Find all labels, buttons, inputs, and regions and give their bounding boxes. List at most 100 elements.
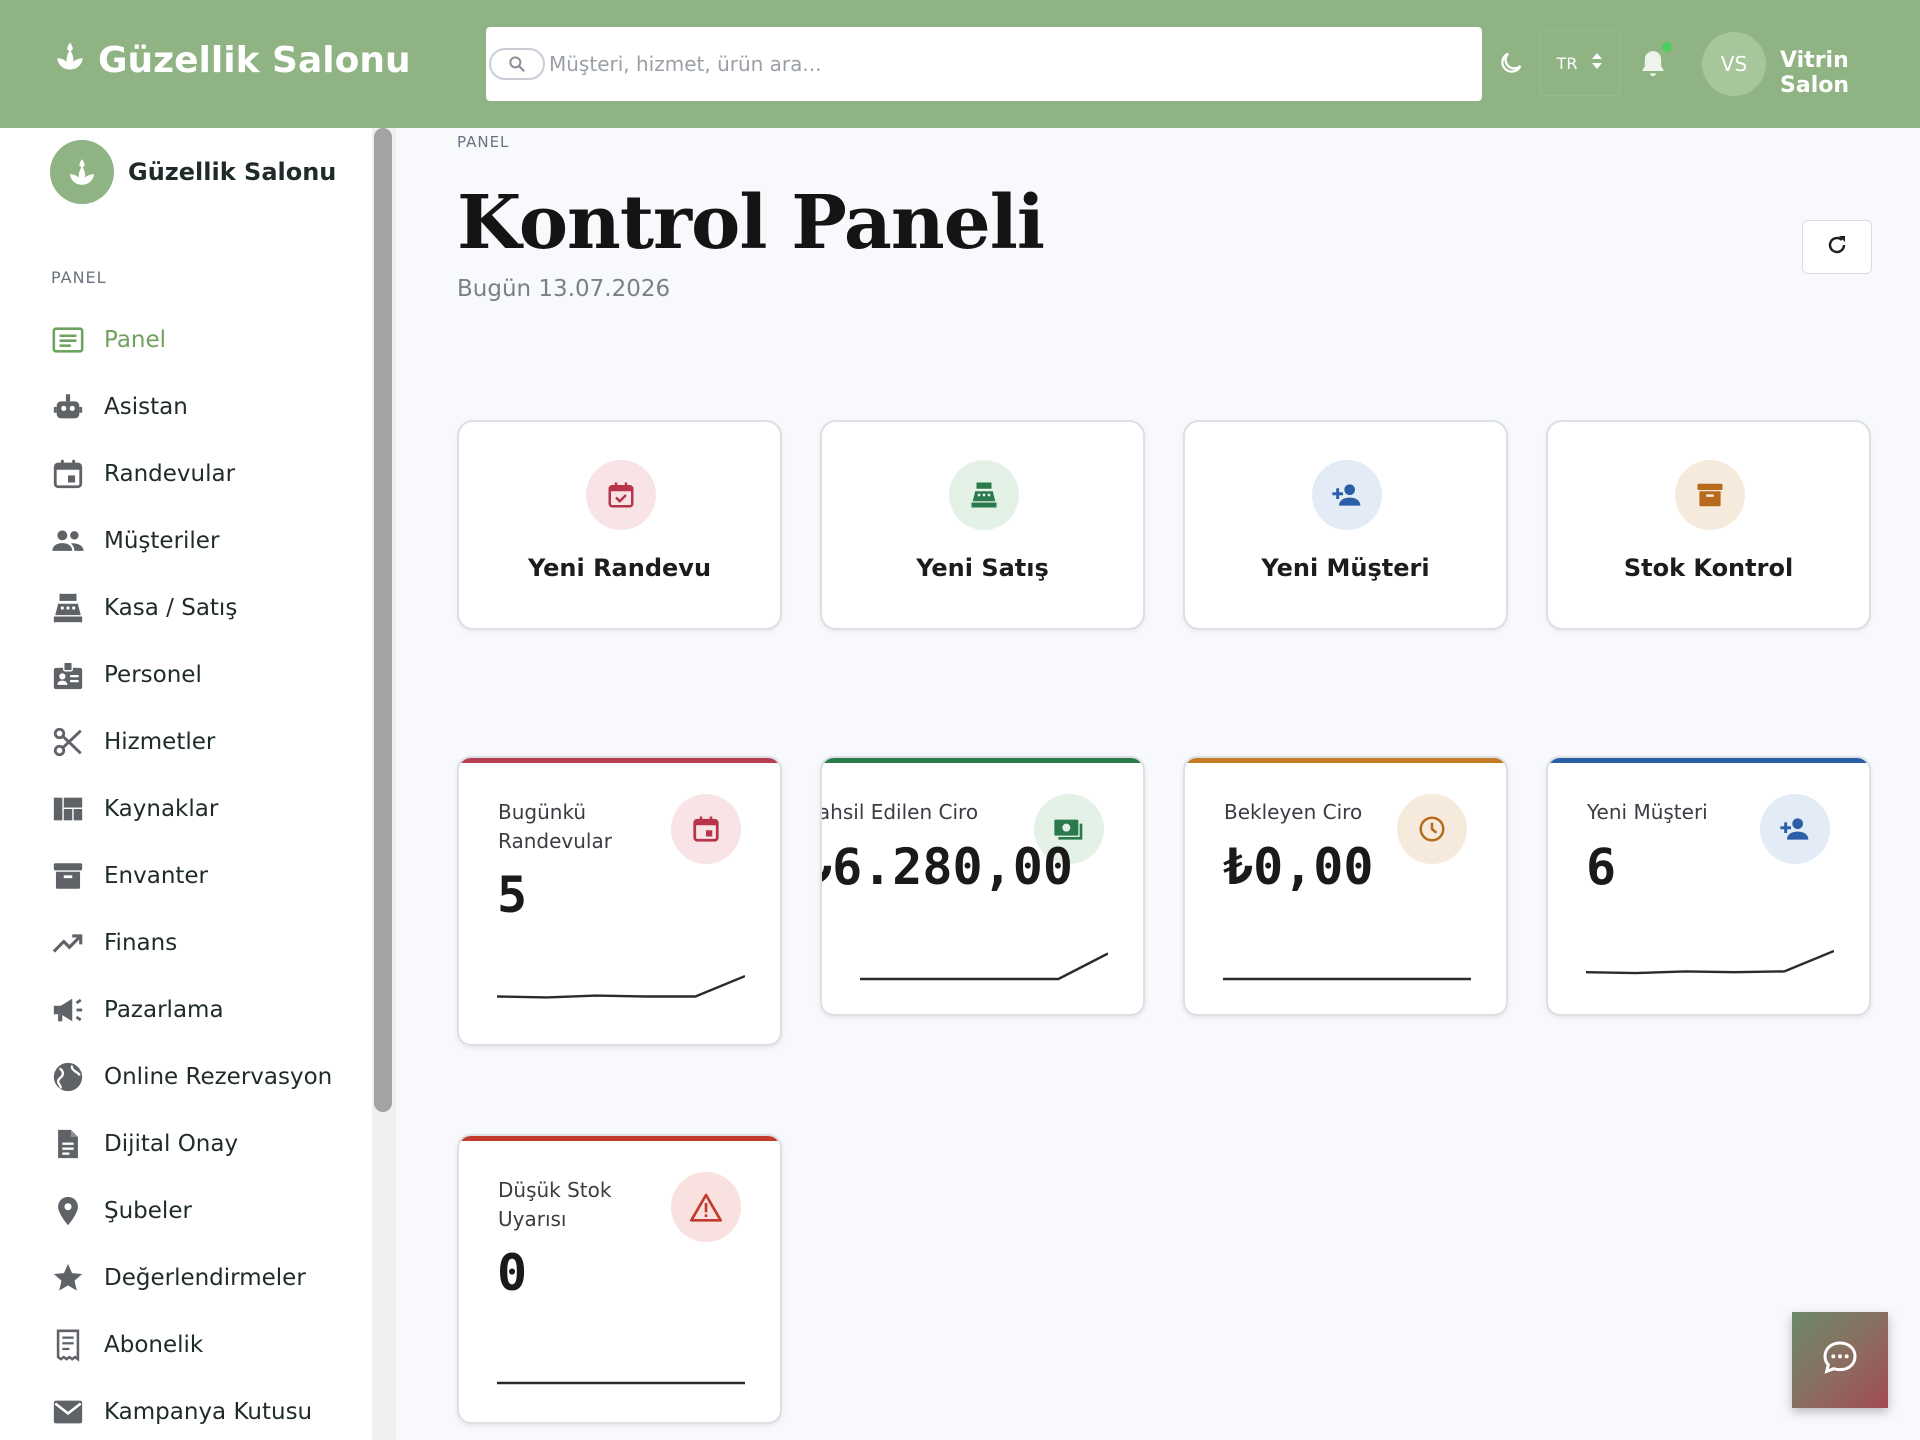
cash-register-icon bbox=[949, 460, 1019, 530]
cash-register-icon bbox=[50, 590, 86, 626]
sidebar-item-asistan[interactable]: Asistan bbox=[50, 373, 370, 440]
sidebar-item-hizmetler[interactable]: Hizmetler bbox=[50, 708, 370, 775]
sidebar-item-label: Kaynaklar bbox=[104, 795, 219, 822]
page-title: Kontrol Paneli bbox=[457, 180, 1045, 266]
receipt-icon bbox=[50, 1327, 86, 1363]
stat-card-low-stock[interactable]: Düşük Stok Uyarısı 0 bbox=[457, 1134, 782, 1424]
quick-action-label: Yeni Randevu bbox=[527, 554, 712, 582]
stat-label: Tahsil Edilen Ciro bbox=[820, 800, 979, 824]
stat-card-todays-appointments[interactable]: Bugünkü Randevular 5 bbox=[457, 756, 782, 1046]
search-input[interactable] bbox=[549, 27, 1482, 101]
quick-action-new-appointment[interactable]: Yeni Randevu bbox=[457, 420, 782, 630]
language-select[interactable]: TR bbox=[1540, 30, 1620, 96]
sparkline bbox=[860, 952, 1108, 981]
sidebar-item-personel[interactable]: Personel bbox=[50, 641, 370, 708]
sidebar-item-randevular[interactable]: Randevular bbox=[50, 440, 370, 507]
scissors-icon bbox=[50, 724, 86, 760]
notification-dot bbox=[1662, 42, 1672, 52]
stat-value: ₺6.280,00 bbox=[820, 838, 1073, 896]
calendar-icon bbox=[50, 456, 86, 492]
stat-label: Düşük Stok Uyarısı bbox=[498, 1178, 612, 1231]
stat-card-pending-revenue[interactable]: Bekleyen Ciro ₺0,00 bbox=[1183, 756, 1508, 1016]
sidebar-item-finans[interactable]: Finans bbox=[50, 909, 370, 976]
stat-accent-bar bbox=[822, 758, 1143, 763]
grid-icon bbox=[50, 791, 86, 827]
calendar-icon bbox=[671, 794, 741, 864]
sidebar-item-pazarlama[interactable]: Pazarlama bbox=[50, 976, 370, 1043]
sidebar-section-label: PANEL bbox=[51, 268, 107, 287]
stat-card-new-customers[interactable]: Yeni Müşteri 6 bbox=[1546, 756, 1871, 1016]
sparkline bbox=[497, 1381, 745, 1385]
sidebar-item-label: Online Rezervasyon bbox=[104, 1063, 333, 1090]
sidebar-item-label: Müşteriler bbox=[104, 527, 220, 554]
sidebar-item-label: Dijital Onay bbox=[104, 1130, 239, 1157]
location-pin-icon bbox=[50, 1193, 86, 1229]
sidebar-item-kampanya-kutusu[interactable]: Kampanya Kutusu bbox=[50, 1378, 370, 1440]
sidebar-item-label: Personel bbox=[104, 661, 202, 688]
dark-mode-moon-icon[interactable] bbox=[1494, 46, 1528, 80]
stat-label: Yeni Müşteri bbox=[1587, 800, 1708, 824]
sparkline-path bbox=[497, 974, 745, 999]
sidebar-item-label: Kasa / Satış bbox=[104, 594, 238, 621]
lotus-logo-icon bbox=[50, 140, 114, 204]
star-icon bbox=[50, 1260, 86, 1296]
chat-bubble-icon bbox=[1820, 1338, 1860, 1382]
sparkline-path bbox=[1586, 949, 1834, 975]
sparkline bbox=[1223, 977, 1471, 981]
globe-icon bbox=[50, 1059, 86, 1095]
brand[interactable]: Güzellik Salonu bbox=[52, 38, 411, 83]
avatar[interactable]: VS bbox=[1702, 32, 1766, 96]
sidebar-item-online-rezervasyon[interactable]: Online Rezervasyon bbox=[50, 1043, 370, 1110]
sidebar-brand-name: Güzellik Salonu bbox=[128, 158, 337, 186]
stat-accent-bar bbox=[1548, 758, 1869, 763]
search-icon[interactable] bbox=[489, 48, 545, 80]
sidebar-item-abonelik[interactable]: Abonelik bbox=[50, 1311, 370, 1378]
sidebar-item-degerlendirmeler[interactable]: Değerlendirmeler bbox=[50, 1244, 370, 1311]
sidebar-item-dijital-onay[interactable]: Dijital Onay bbox=[50, 1110, 370, 1177]
stat-value: 6 bbox=[1586, 838, 1617, 896]
search-bar bbox=[486, 27, 1482, 101]
user-name[interactable]: Vitrin Salon bbox=[1780, 48, 1920, 98]
sidebar-item-label: Hizmetler bbox=[104, 728, 216, 755]
mail-icon bbox=[50, 1394, 86, 1430]
stat-accent-bar bbox=[1185, 758, 1506, 763]
top-bar: Güzellik Salonu TR VS Vitrin Salon bbox=[0, 0, 1920, 128]
stat-card-collected-revenue[interactable]: Tahsil Edilen Ciro ₺6.280,00 bbox=[820, 756, 1145, 1016]
sidebar-item-label: Kampanya Kutusu bbox=[104, 1398, 313, 1425]
sidebar-item-panel[interactable]: Panel bbox=[50, 306, 370, 373]
sidebar-item-label: Panel bbox=[104, 326, 167, 353]
quick-action-stock-control[interactable]: Stok Kontrol bbox=[1546, 420, 1871, 630]
robot-icon bbox=[50, 389, 86, 425]
trending-up-icon bbox=[50, 925, 86, 961]
sidebar-item-label: Şubeler bbox=[104, 1197, 192, 1224]
sparkline bbox=[497, 974, 745, 999]
language-value: TR bbox=[1556, 53, 1578, 73]
sidebar-item-kasa-satis[interactable]: Kasa / Satış bbox=[50, 574, 370, 641]
dashboard-icon bbox=[50, 322, 86, 358]
sidebar-item-envanter[interactable]: Envanter bbox=[50, 842, 370, 909]
document-icon bbox=[50, 1126, 86, 1162]
stat-label: Bekleyen Ciro bbox=[1224, 800, 1363, 824]
quick-action-new-customer[interactable]: Yeni Müşteri bbox=[1183, 420, 1508, 630]
sidebar-item-subeler[interactable]: Şubeler bbox=[50, 1177, 370, 1244]
stat-accent-bar bbox=[459, 758, 780, 763]
breadcrumb: PANEL bbox=[457, 133, 510, 151]
quick-action-label: Yeni Satış bbox=[916, 554, 1049, 582]
sparkline-path bbox=[860, 952, 1108, 981]
archive-icon bbox=[1675, 460, 1745, 530]
sidebar-item-musteriler[interactable]: Müşteriler bbox=[50, 507, 370, 574]
sidebar-item-label: Değerlendirmeler bbox=[104, 1264, 306, 1291]
sidebar-item-kaynaklar[interactable]: Kaynaklar bbox=[50, 775, 370, 842]
sidebar-brand[interactable]: Güzellik Salonu bbox=[50, 140, 336, 204]
quick-action-new-sale[interactable]: Yeni Satış bbox=[820, 420, 1145, 630]
sidebar-scrollbar-thumb[interactable] bbox=[374, 128, 392, 1112]
avatar-initials: VS bbox=[1720, 52, 1748, 76]
brand-name: Güzellik Salonu bbox=[98, 40, 411, 81]
refresh-button[interactable] bbox=[1802, 220, 1872, 274]
stat-value: 0 bbox=[497, 1244, 528, 1302]
stat-value: 5 bbox=[497, 866, 528, 924]
person-add-icon bbox=[1760, 794, 1830, 864]
warning-icon bbox=[671, 1172, 741, 1242]
sidebar-item-label: Envanter bbox=[104, 862, 209, 889]
chat-button[interactable] bbox=[1792, 1312, 1888, 1408]
